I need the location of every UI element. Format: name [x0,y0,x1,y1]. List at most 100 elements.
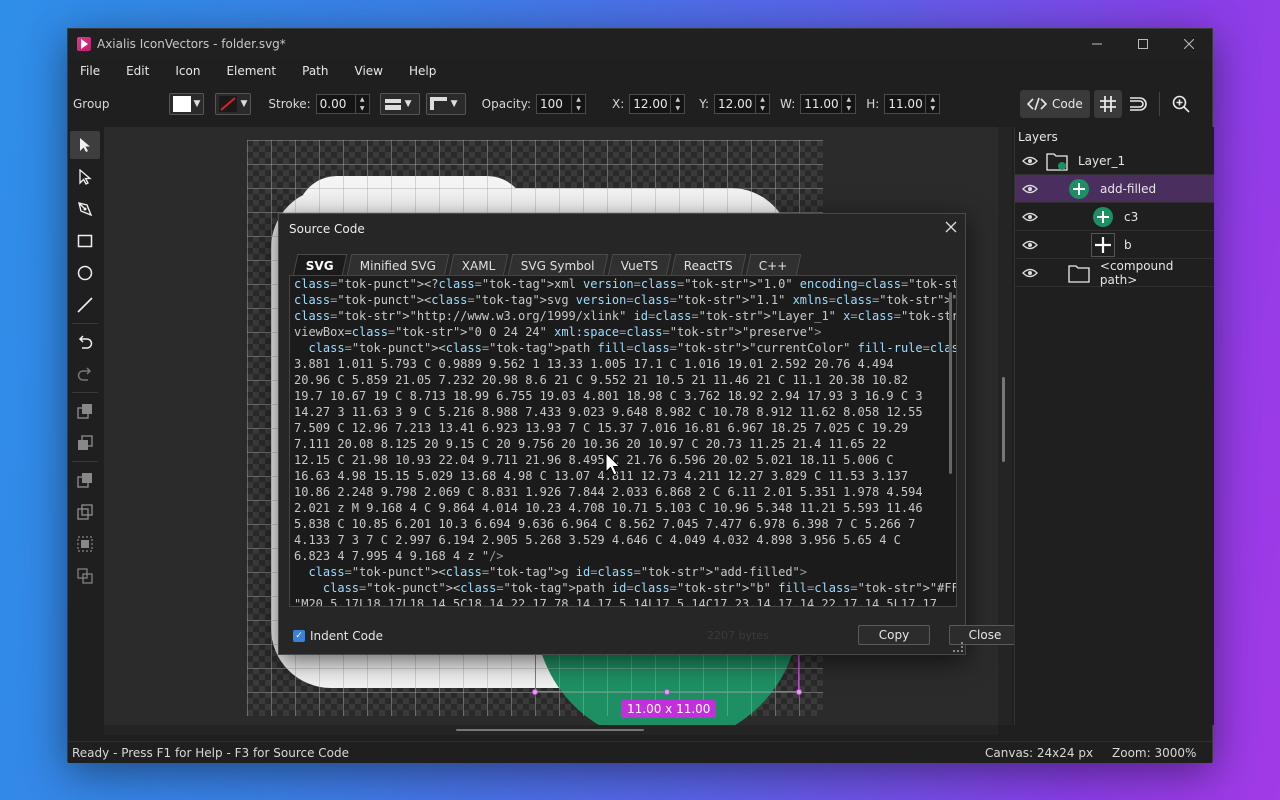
undo-button[interactable] [70,328,100,356]
eye-icon[interactable] [1019,184,1041,194]
group-button[interactable] [70,530,100,558]
menu-help[interactable]: Help [409,64,436,78]
menu-icon[interactable]: Icon [175,64,200,78]
send-to-back-button[interactable] [70,498,100,526]
resize-handle[interactable] [664,689,670,695]
resize-handle[interactable] [796,689,802,695]
indent-code-checkbox[interactable]: ✓ Indent Code [293,629,383,643]
folder-icon [1067,261,1091,285]
canvas-size-status: Canvas: 24x24 px [985,745,1094,760]
opacity-spinner[interactable]: ▲ ▼ [571,95,585,113]
menu-view[interactable]: View [355,64,383,78]
source-code-text[interactable]: class="tok-punct"><?class="tok-tag">xml … [290,276,956,606]
width-input[interactable] [801,97,842,111]
stroke-width-input[interactable] [316,97,355,111]
rectangle-icon [77,234,93,248]
line-icon [77,297,93,313]
chevron-down-icon: ▼ [404,99,412,109]
code-scrollbar[interactable] [946,278,954,604]
fill-color-button[interactable]: ▼ [168,93,205,115]
layer-row-c3[interactable]: c3 [1015,203,1214,231]
minimize-button[interactable] [1074,29,1120,59]
fill-swatch [172,96,191,112]
menu-file[interactable]: File [80,64,100,78]
magnet-icon [1129,97,1147,111]
maximize-button[interactable] [1120,29,1166,59]
height-field[interactable]: ▲▼ [884,94,941,114]
tab-cpp[interactable]: C++ [745,254,801,276]
y-input[interactable] [715,97,756,111]
eye-icon[interactable] [1019,156,1041,166]
horizontal-scrollbar[interactable] [104,725,998,735]
stroke-spinner[interactable]: ▲ ▼ [354,95,369,113]
copy-button[interactable]: Copy [858,625,930,645]
x-field[interactable]: ▲▼ [629,94,686,114]
menu-bar: File Edit Icon Element Path View Help [68,59,1212,83]
chevron-down-icon: ▼ [193,99,201,109]
tools-divider [72,392,98,393]
code-icon [1027,97,1047,111]
tab-minified-svg[interactable]: Minified SVG [346,254,450,276]
resize-grip[interactable] [953,642,963,652]
bring-forward-button[interactable] [70,429,100,457]
tab-reactts[interactable]: ReactTS [671,254,747,276]
x-input[interactable] [630,97,671,111]
group-icon [77,536,93,552]
y-field[interactable]: ▲▼ [714,94,771,114]
scroll-thumb[interactable] [1002,377,1005,462]
checkmark-icon[interactable]: ✓ [293,630,305,642]
redo-button[interactable] [70,360,100,388]
grid-toggle-button[interactable] [1093,90,1122,118]
x-spinner[interactable]: ▲ ▼ [670,95,684,113]
layer-row-compound-path[interactable]: <compound path> [1015,259,1214,287]
redo-icon [77,367,92,381]
y-spinner[interactable]: ▲ ▼ [755,95,769,113]
line-cap-button[interactable]: ▼ [379,93,420,115]
dialog-close-button[interactable] [945,218,957,237]
layer-row-add-filled[interactable]: add-filled [1015,175,1214,203]
stroke-width-field[interactable]: ▲▼ [315,94,370,114]
height-spinner[interactable]: ▲ ▼ [925,95,939,113]
layer-row-b[interactable]: b [1015,231,1214,259]
layer-row-layer-1[interactable]: Layer_1 [1015,147,1214,175]
opacity-input[interactable] [537,97,571,111]
eye-icon[interactable] [1019,212,1041,222]
byte-count: 2207 bytes [707,629,769,642]
tab-vuets[interactable]: VueTS [607,254,672,276]
stroke-color-button[interactable]: ▼ [215,93,252,115]
width-field[interactable]: ▲▼ [800,94,857,114]
source-code-editor[interactable]: class="tok-punct"><?class="tok-tag">xml … [289,275,957,607]
tab-xaml[interactable]: XAML [448,254,509,276]
scroll-thumb[interactable] [456,729,644,731]
send-back-icon [77,504,93,520]
width-spinner[interactable]: ▲ ▼ [841,95,855,113]
plus-icon [1091,232,1115,257]
close-window-button[interactable] [1166,29,1212,59]
pen-tool[interactable] [70,195,100,223]
height-input[interactable] [885,97,926,111]
line-join-button[interactable]: ▼ [425,93,466,115]
select-tool[interactable] [70,131,100,159]
resize-handle[interactable] [532,689,538,695]
opacity-field[interactable]: ▲▼ [536,94,586,114]
line-tool[interactable] [70,291,100,319]
menu-edit[interactable]: Edit [126,64,149,78]
direct-select-tool[interactable] [70,163,100,191]
ungroup-button[interactable] [70,562,100,590]
zoom-button[interactable] [1167,90,1195,118]
bring-to-front-button[interactable] [70,397,100,425]
tab-svg[interactable]: SVG [292,254,348,276]
tab-svg-symbol[interactable]: SVG Symbol [508,254,609,276]
eye-icon[interactable] [1019,240,1041,250]
menu-element[interactable]: Element [226,64,276,78]
rectangle-tool[interactable] [70,227,100,255]
ellipse-tool[interactable] [70,259,100,287]
mouse-cursor-icon [605,452,621,476]
scroll-thumb[interactable] [949,292,952,474]
hollow-pointer-icon [79,169,92,185]
send-backward-button[interactable] [70,466,100,494]
eye-icon[interactable] [1019,268,1041,278]
snap-toggle-button[interactable] [1124,90,1152,118]
code-view-button[interactable]: Code [1020,90,1090,118]
menu-path[interactable]: Path [302,64,328,78]
